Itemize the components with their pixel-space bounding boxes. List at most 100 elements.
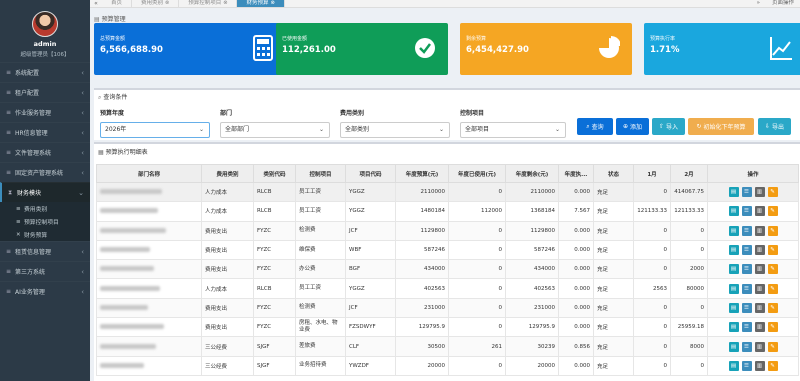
detail-button[interactable]: ☰ xyxy=(741,206,752,217)
user-role: 超级管理员【106】 xyxy=(20,52,70,58)
export-button[interactable]: ⇩ 导出 xyxy=(758,118,791,135)
table-cell: 充足 xyxy=(593,201,634,222)
view-button[interactable]: ▤ xyxy=(728,187,739,198)
table-row[interactable]: 费用支出 FYZC 办公费 BGF 434000 0 434000 0.000 充足 0 2000 ▤… xyxy=(96,259,799,280)
col-header[interactable]: 年度执... xyxy=(558,164,594,183)
edit-button[interactable]: ✎ xyxy=(767,206,778,217)
sidebar-item-finance[interactable]: ⧗ 财务模块 ⌄ xyxy=(0,182,90,202)
sidebar-item-fixed-assets[interactable]: ≡ 固定资产管理系统 ‹ xyxy=(0,162,90,182)
history-button[interactable]: ▥ xyxy=(754,302,765,313)
sidebar-subitem-expense-category[interactable]: ≡ 费用类别 xyxy=(0,202,90,215)
table-row[interactable]: 费用支出 FYZC 房租、水电、物业费 FZSDWYF 129795.9 0 129795.… xyxy=(96,317,799,338)
table-row[interactable]: 人力成本 RLCB 员工工资 YGGZ 2110000 0 2110000 0.000 充足 0 4… xyxy=(96,181,799,203)
history-button[interactable]: ▥ xyxy=(754,341,765,352)
page-actions-menu[interactable]: 页面操作 xyxy=(766,0,800,7)
edit-button[interactable]: ✎ xyxy=(767,264,778,275)
dept-select[interactable]: 全部部门 ⌄ xyxy=(220,122,330,138)
close-icon[interactable]: ⊗ xyxy=(270,0,274,6)
init-next-year-button[interactable]: ↻ 初始化下年预算 xyxy=(688,118,754,135)
add-button[interactable]: ⊕ 添加 xyxy=(616,118,649,135)
avatar[interactable] xyxy=(32,11,58,37)
table-row[interactable]: 费用支出 FYZC 检测费 JCF 231000 0 231000 0.000 充足 0 0 ▤ ☰ ▥ ✎ xyxy=(96,297,799,319)
history-button[interactable]: ▥ xyxy=(754,322,765,333)
import-button[interactable]: ⇧ 导入 xyxy=(652,118,685,135)
view-button[interactable]: ▤ xyxy=(728,341,739,352)
table-row[interactable]: 人力成本 RLCB 员工工资 YGGZ 1480184 112000 1368184 7.56… xyxy=(96,201,799,222)
table-cell xyxy=(96,220,202,241)
history-button[interactable]: ▥ xyxy=(754,360,765,371)
query-button[interactable]: ⌕ 查询 xyxy=(577,118,613,135)
detail-button[interactable]: ☰ xyxy=(741,322,752,333)
edit-button[interactable]: ✎ xyxy=(767,283,778,294)
tab-scroll-left-icon[interactable]: « xyxy=(90,0,102,7)
sidebar-item-ai[interactable]: ≡ AI业务管理 ‹ xyxy=(0,281,90,301)
col-header[interactable]: 1月 xyxy=(633,164,671,183)
history-button[interactable]: ▥ xyxy=(754,187,765,198)
col-header[interactable]: 年度预算(元) xyxy=(395,164,449,183)
history-button[interactable]: ▥ xyxy=(754,245,765,256)
edit-button[interactable]: ✎ xyxy=(767,225,778,236)
sidebar-item-job-service[interactable]: ≡ 作业服务管理 ‹ xyxy=(0,102,90,122)
table-cell: WBF xyxy=(345,239,396,261)
edit-button[interactable]: ✎ xyxy=(767,245,778,256)
detail-button[interactable]: ☰ xyxy=(741,341,752,352)
history-button[interactable]: ▥ xyxy=(754,264,765,275)
sidebar-item-hr[interactable]: ≡ HR信息管理 ‹ xyxy=(0,122,90,142)
year-select[interactable]: 2026年 ⌄ xyxy=(100,122,210,138)
view-button[interactable]: ▤ xyxy=(728,360,739,371)
detail-button[interactable]: ☰ xyxy=(741,245,752,256)
category-select[interactable]: 全部类别 ⌄ xyxy=(340,122,450,138)
close-icon[interactable]: ⊗ xyxy=(165,0,169,6)
detail-button[interactable]: ☰ xyxy=(741,264,752,275)
table-row[interactable]: 三公经费 SJGF 差旅费 CLF 30500 261 30239 0.856 充足 0 8000 ▤… xyxy=(96,336,799,357)
item-select[interactable]: 全部项目 ⌄ xyxy=(460,122,566,138)
history-button[interactable]: ▥ xyxy=(754,225,765,236)
sidebar-item-tenant-config[interactable]: ≡ 租户配置 ‹ xyxy=(0,82,90,102)
view-button[interactable]: ▤ xyxy=(728,206,739,217)
detail-button[interactable]: ☰ xyxy=(741,283,752,294)
sidebar-item-third-party[interactable]: ≡ 第三方系统 ‹ xyxy=(0,261,90,281)
table-cell: FYZC xyxy=(253,317,296,338)
col-header[interactable]: 类别代码 xyxy=(253,164,296,183)
view-button[interactable]: ▤ xyxy=(728,225,739,236)
close-icon[interactable]: ⊗ xyxy=(223,0,227,6)
view-button[interactable]: ▤ xyxy=(728,264,739,275)
table-row[interactable]: 费用支出 FYZC 维保费 WBF 587246 0 587246 0.000 充足 0 0 ▤ ☰ ▥ ✎ xyxy=(96,239,799,261)
tab-budget-control[interactable]: 预算控制项目 ⊗ xyxy=(179,0,238,7)
col-header[interactable]: 控制项目 xyxy=(295,164,346,183)
tab-finance-budget[interactable]: 财务预算 ⊗ xyxy=(237,0,285,7)
sidebar-item-files[interactable]: ≡ 文件管理系统 ‹ xyxy=(0,142,90,162)
history-button[interactable]: ▥ xyxy=(754,283,765,294)
detail-button[interactable]: ☰ xyxy=(741,360,752,371)
col-header[interactable]: 项目代码 xyxy=(345,164,396,183)
sidebar-subitem-finance-budget[interactable]: ✕ 财务预算 xyxy=(0,228,90,241)
edit-button[interactable]: ✎ xyxy=(767,341,778,352)
edit-button[interactable]: ✎ xyxy=(767,322,778,333)
col-header[interactable]: 2月 xyxy=(670,164,708,183)
detail-button[interactable]: ☰ xyxy=(741,225,752,236)
edit-button[interactable]: ✎ xyxy=(767,360,778,371)
col-header[interactable]: 状态 xyxy=(593,164,634,183)
history-button[interactable]: ▥ xyxy=(754,206,765,217)
sidebar-item-system-config[interactable]: ≡ 系统配置 ‹ xyxy=(0,62,90,82)
col-header[interactable]: 年度已使用(元) xyxy=(448,164,506,183)
table-row[interactable]: 费用支出 FYZC 检测费 JCF 1129800 0 1129800 0.000 充足 0 0 ▤ ☰… xyxy=(96,220,799,241)
tab-home[interactable]: 首页 xyxy=(102,0,133,7)
sidebar-item-lease[interactable]: ≡ 租赁信息管理 ‹ xyxy=(0,241,90,261)
edit-button[interactable]: ✎ xyxy=(767,302,778,313)
col-header[interactable]: 年度剩余(元) xyxy=(505,164,559,183)
col-header[interactable]: 部门名称 xyxy=(96,164,202,183)
sidebar-subitem-budget-control[interactable]: ≡ 预算控制项目 xyxy=(0,215,90,228)
view-button[interactable]: ▤ xyxy=(728,302,739,313)
col-header[interactable]: 费用类别 xyxy=(201,164,254,183)
view-button[interactable]: ▤ xyxy=(728,322,739,333)
tab-expense-category[interactable]: 费用类别 ⊗ xyxy=(132,0,180,7)
view-button[interactable]: ▤ xyxy=(728,283,739,294)
view-button[interactable]: ▤ xyxy=(728,245,739,256)
table-row[interactable]: 三公经费 SJGF 业务招待费 YWZDF 20000 0 20000 0.000 充足 0 0 ▤ ☰… xyxy=(96,355,799,376)
table-row[interactable]: 人力成本 RLCB 员工工资 YGGZ 402563 0 402563 0.000 充足 2563… xyxy=(96,278,799,299)
tab-scroll-right-icon[interactable]: » xyxy=(751,0,766,7)
detail-button[interactable]: ☰ xyxy=(741,187,752,198)
edit-button[interactable]: ✎ xyxy=(767,187,778,198)
detail-button[interactable]: ☰ xyxy=(741,302,752,313)
